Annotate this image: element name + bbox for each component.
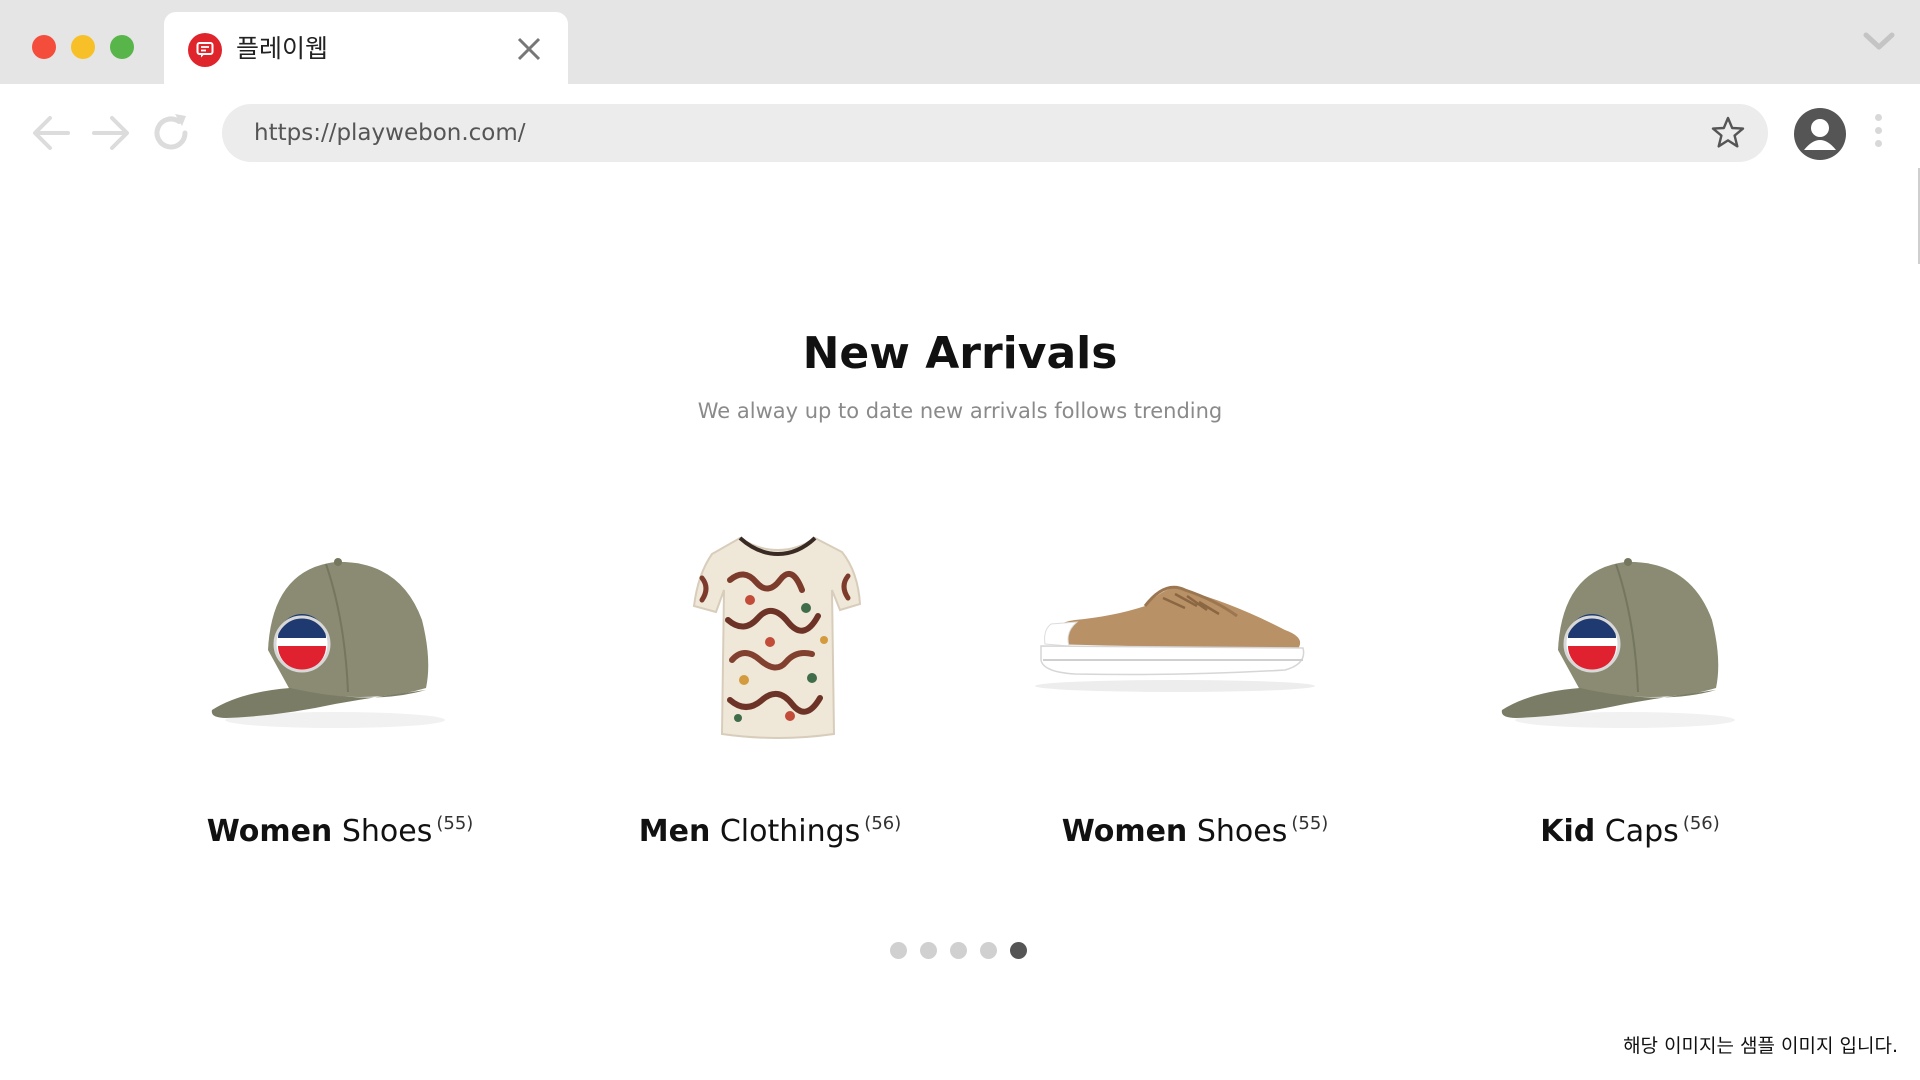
section-subtitle: We alway up to date new arrivals follows… — [697, 399, 1223, 423]
product-label[interactable]: Men Clothings (56) — [560, 804, 980, 852]
product-label-regular: Clothings — [719, 814, 861, 849]
product-label-regular: Shoes — [1196, 814, 1288, 849]
window-close-button[interactable] — [32, 35, 56, 59]
cap-image[interactable] — [130, 520, 550, 760]
tab-title: 플레이웹 — [236, 34, 329, 63]
reload-icon[interactable] — [148, 110, 194, 156]
section-title: New Arrivals — [0, 324, 1920, 384]
url-text[interactable]: https://playwebon.com/ — [254, 118, 526, 148]
window-maximize-button[interactable] — [110, 35, 134, 59]
sneaker-image[interactable] — [985, 520, 1405, 760]
section-title-bold: New — [802, 328, 910, 379]
product-count: (55) — [436, 813, 474, 834]
section-title-regular: Arrivals — [925, 328, 1118, 379]
carousel-pagination — [890, 942, 1040, 960]
product-count: (56) — [1682, 813, 1720, 834]
close-icon[interactable] — [514, 34, 544, 64]
browser-tab[interactable]: 플레이웹 — [164, 12, 568, 84]
kebab-icon[interactable] — [1872, 114, 1884, 154]
cap-image[interactable] — [1420, 520, 1840, 760]
product-label[interactable]: Kid Caps (56) — [1420, 804, 1840, 852]
carousel-dot[interactable] — [890, 942, 907, 959]
chat-bubble-icon — [188, 33, 222, 67]
carousel-dot[interactable] — [980, 942, 997, 959]
product-card[interactable]: Men Clothings (56) — [560, 520, 980, 860]
carousel-dot[interactable] — [950, 942, 967, 959]
carousel-dot[interactable] — [1010, 942, 1027, 959]
star-icon[interactable] — [1710, 115, 1746, 151]
product-label-regular: Shoes — [341, 814, 433, 849]
carousel-dot[interactable] — [920, 942, 937, 959]
product-label-regular: Caps — [1604, 814, 1679, 849]
browser-toolbar: https://playwebon.com/ — [0, 84, 1920, 264]
product-card[interactable]: Kid Caps (56) — [1420, 520, 1840, 860]
product-count: (56) — [864, 813, 902, 834]
product-label-bold: Men — [638, 814, 711, 849]
t-shirt-image[interactable] — [560, 520, 980, 760]
user-icon[interactable] — [1794, 108, 1846, 160]
product-label[interactable]: Women Shoes (55) — [985, 804, 1405, 852]
arrow-right-icon[interactable] — [88, 110, 134, 156]
product-label[interactable]: Women Shoes (55) — [130, 804, 550, 852]
product-label-bold: Kid — [1540, 814, 1596, 849]
tab-bar: 플레이웹 — [0, 0, 1920, 84]
sample-image-notice: 해당 이미지는 샘플 이미지 입니다. — [1623, 1035, 1898, 1057]
product-card[interactable]: Women Shoes (55) — [130, 520, 550, 860]
product-count: (55) — [1291, 813, 1329, 834]
address-bar[interactable]: https://playwebon.com/ — [222, 104, 1768, 162]
product-card[interactable]: Women Shoes (55) — [985, 520, 1405, 860]
product-label-bold: Women — [1061, 814, 1188, 849]
product-label-bold: Women — [206, 814, 333, 849]
window-minimize-button[interactable] — [71, 35, 95, 59]
arrow-left-icon[interactable] — [28, 110, 74, 156]
chevron-down-icon[interactable] — [1862, 30, 1896, 54]
